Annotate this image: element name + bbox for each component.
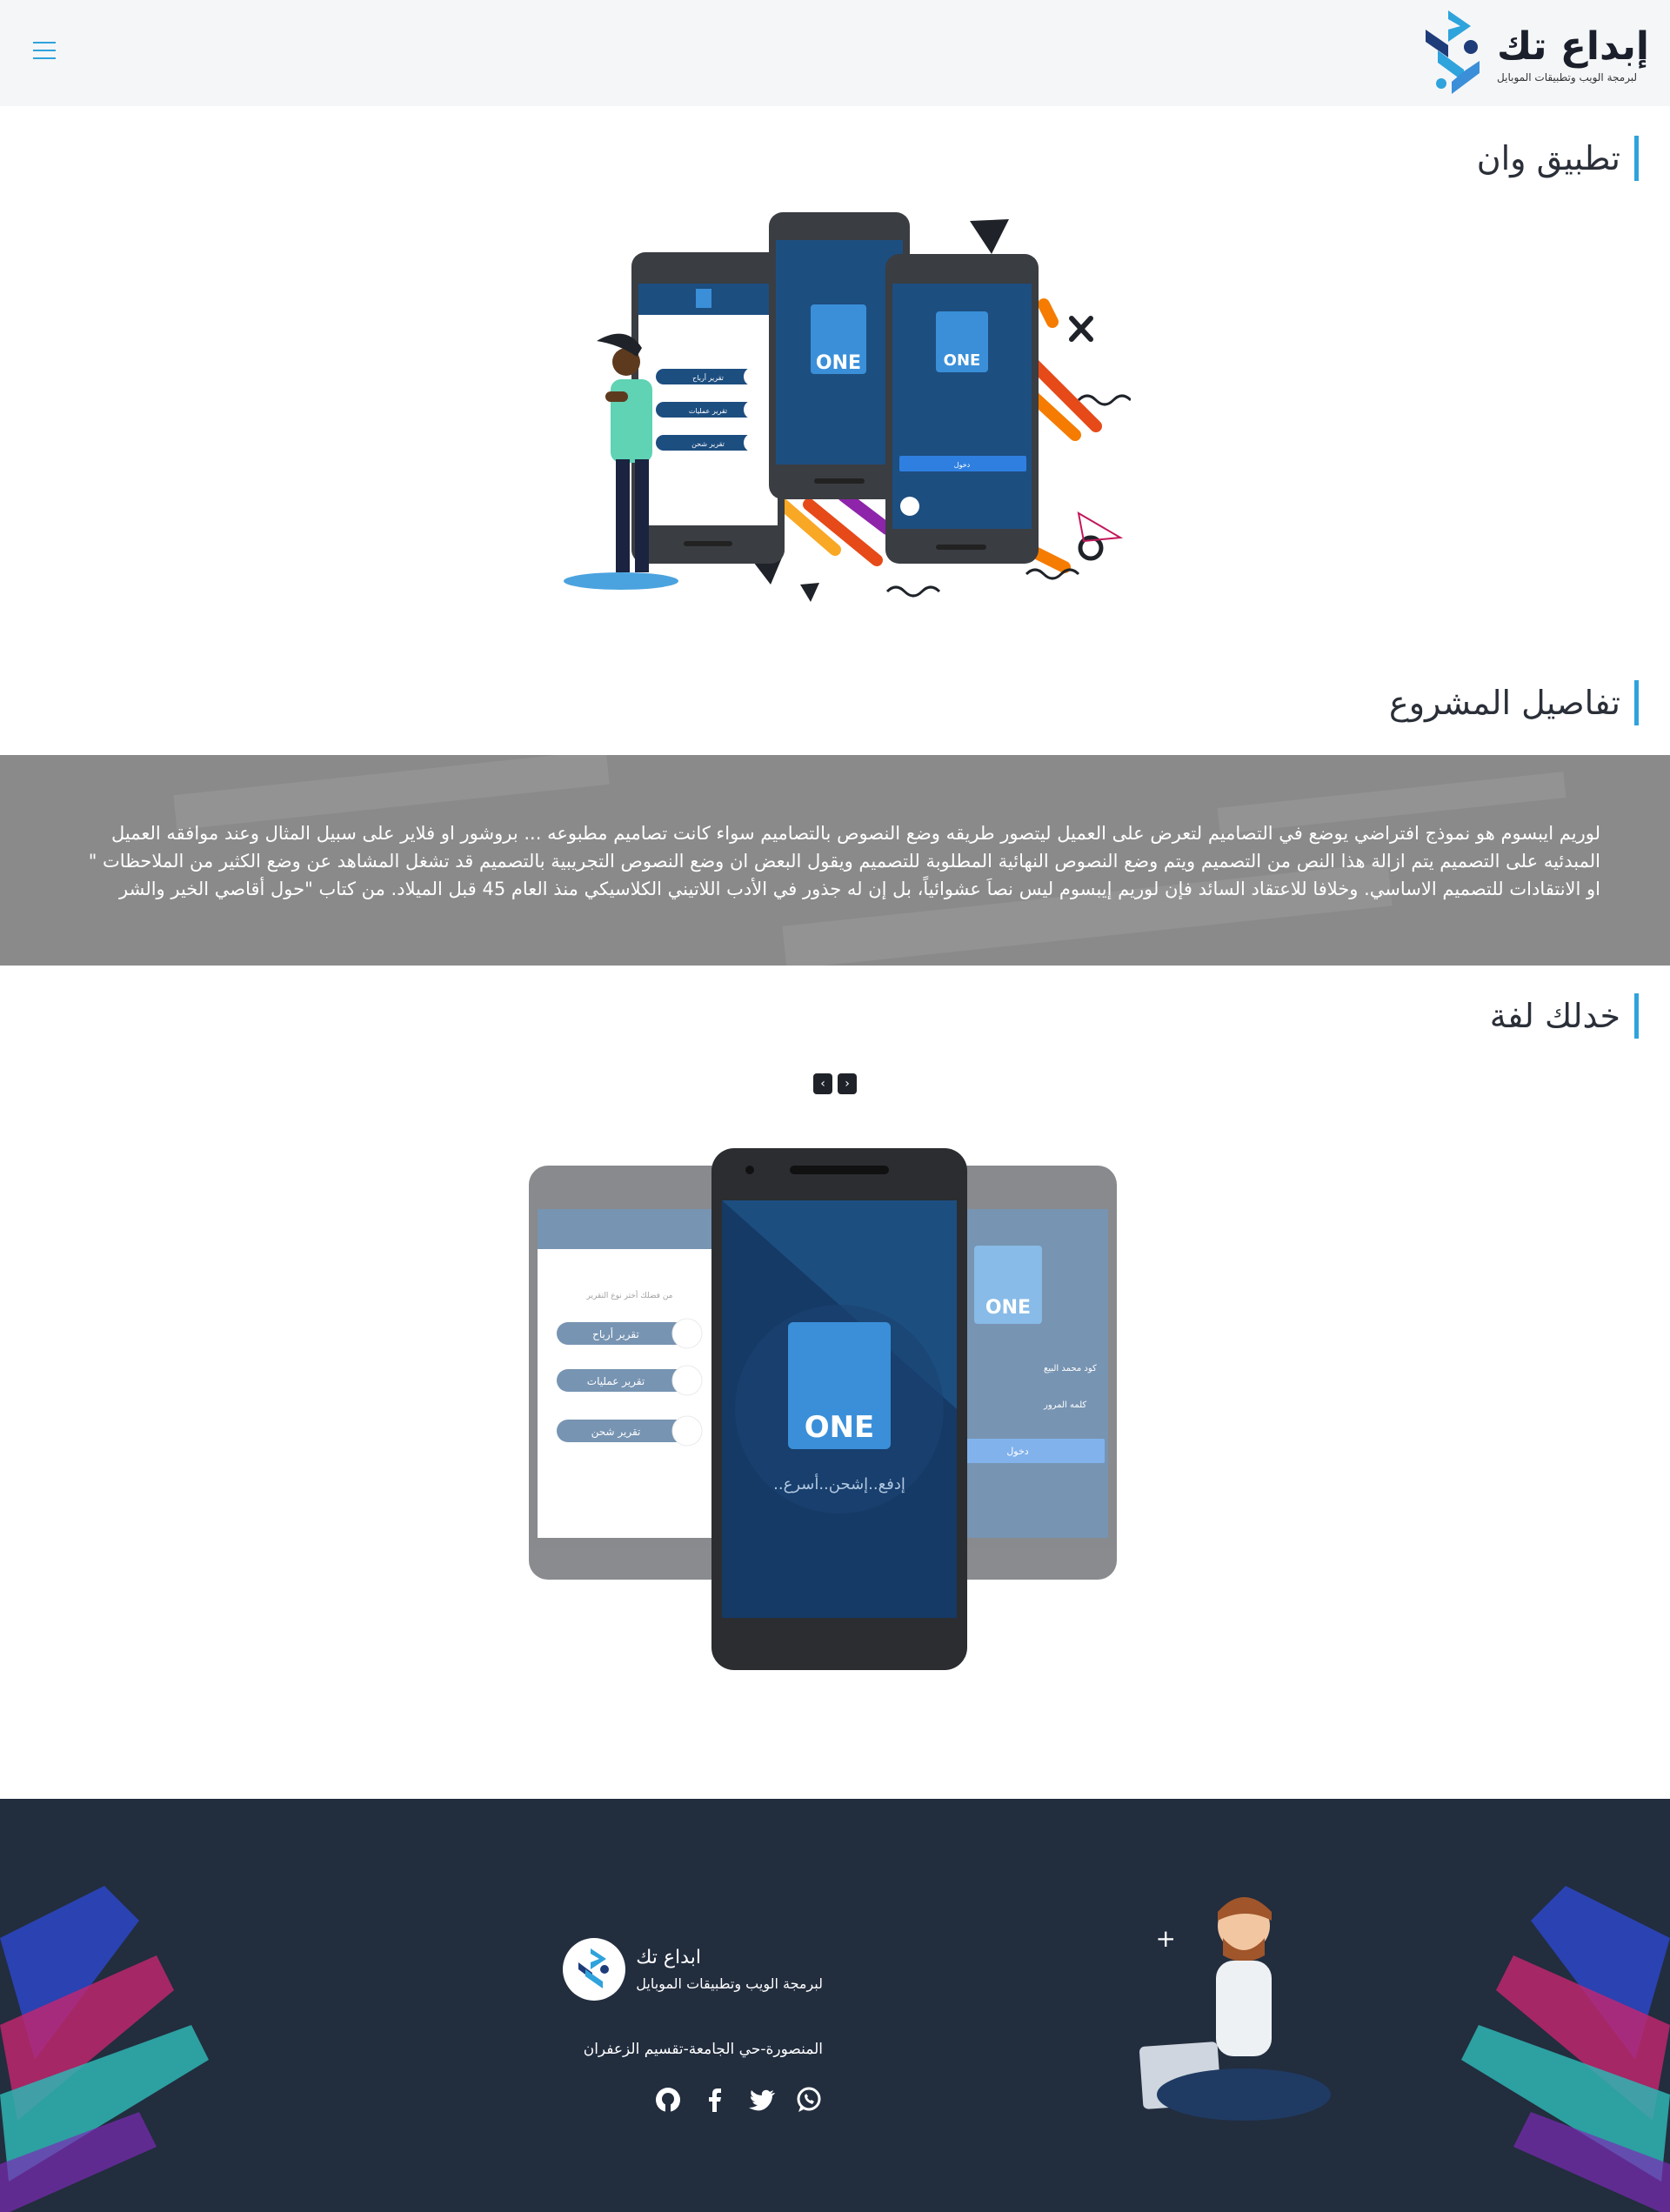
footer-brand-text: ابداع تك لبرمجة الويب وتطبيقات الموبايل [636,1947,823,1992]
footer-brand-title: ابداع تك [636,1947,701,1968]
svg-text:+: + [1156,1924,1176,1953]
facebook-icon[interactable] [701,2086,729,2114]
logo-text: إبداع تك لبرمجة الويب وتطبيقات الموبايل [1497,24,1649,84]
hamburger-line [33,50,56,51]
svg-text:دخول: دخول [954,461,971,469]
x-decoration [1069,316,1093,342]
svg-text:ONE: ONE [816,352,861,374]
svg-text:تقرير شحن: تقرير شحن [691,440,725,448]
menu-toggle-button[interactable] [30,42,56,63]
svg-text:دخول: دخول [1006,1446,1028,1457]
details-band: لوريم ايبسوم هو نموذج افتراضي يوضع في ال… [0,755,1670,966]
svg-text:تقرير عمليات: تقرير عمليات [587,1375,645,1388]
heading-accent-bar [1634,993,1639,1039]
svg-text:تقرير شحن: تقرير شحن [591,1426,641,1439]
footer-address: المنصورة-حي الجامعة-تقسيم الزعفران [583,2041,823,2058]
svg-text:كود محمد البيع: كود محمد البيع [1044,1364,1097,1373]
twitter-icon[interactable] [748,2086,776,2114]
whatsapp-icon[interactable] [795,2086,823,2114]
logo-title: إبداع تك [1497,24,1649,69]
footer-brand[interactable]: ابداع تك لبرمجة الويب وتطبيقات الموبايل [563,1938,823,2001]
svg-text:إدفع..إشحن..أسرع..: إدفع..إشحن..أسرع.. [773,1474,905,1494]
showcase-phone-left[interactable]: تقرير أرباح تقرير عمليات تقرير شحن من فض… [529,1166,731,1580]
carousel-nav: ‹ › [813,1073,857,1094]
svg-text:ONE: ONE [805,1410,875,1445]
app-title-heading: تطبيق وان [1477,136,1639,181]
hamburger-line [33,57,56,59]
footer-logo-icon [563,1938,626,2001]
site-footer: + ابداع تك لبرمجة الويب وتطبيقات الموباي… [0,1799,1670,2212]
heading-accent-bar [1634,136,1639,181]
svg-text:تقرير عمليات: تقرير عمليات [689,407,727,415]
details-title-heading: تفاصيل المشروع [1389,680,1639,725]
site-logo[interactable]: إبداع تك لبرمجة الويب وتطبيقات الموبايل [1417,10,1649,97]
site-header: إبداع تك لبرمجة الويب وتطبيقات الموبايل [0,0,1670,106]
logo-subtitle: لبرمجة الويب وتطبيقات الموبايل [1497,71,1638,84]
hero-menu-item: تقرير أرباح [692,373,724,382]
footer-brand-subtitle: لبرمجة الويب وتطبيقات الموبايل [636,1975,823,1992]
svg-text:ONE: ONE [985,1297,1031,1319]
svg-text:من فضلك أختر نوع التقرير: من فضلك أختر نوع التقرير [585,1290,672,1300]
developer-illustration: + [1139,1897,1331,2121]
showcase-phone-center[interactable]: ONE إدفع..إشحن..أسرع.. [711,1148,967,1670]
hero-illustration: تقرير أرباح تقرير عمليات تقرير شحن ONE O… [564,212,1131,602]
phone-showcase: تقرير أرباح تقرير عمليات تقرير شحن من فض… [529,1148,1117,1670]
github-icon[interactable] [654,2086,682,2114]
app-title: تطبيق وان [1476,139,1620,177]
triangle-decoration [970,219,1009,254]
details-text: لوريم ايبسوم هو نموذج افتراضي يوضع في ال… [88,823,1600,899]
footer-social-links [654,2086,823,2114]
carousel-prev-button[interactable]: ‹ [813,1073,832,1094]
heading-accent-bar [1634,680,1639,725]
footer-left-decoration [0,1886,209,2212]
details-title: تفاصيل المشروع [1389,684,1620,722]
logo-mark-icon [1426,10,1480,94]
svg-text:كلمه المرور: كلمه المرور [1043,1400,1086,1410]
gallery-title-heading: خدلك لفة [1490,993,1639,1039]
carousel-next-button[interactable]: › [838,1073,857,1094]
gallery-title: خدلك لفة [1489,997,1620,1035]
page: { "header": { "logo_title": "إبداع تك", … [0,0,1670,2212]
svg-text:ONE: ONE [944,351,981,370]
footer-right-decoration [1461,1886,1670,2212]
hamburger-line [33,42,56,43]
svg-text:تقرير أرباح: تقرير أرباح [592,1327,639,1341]
